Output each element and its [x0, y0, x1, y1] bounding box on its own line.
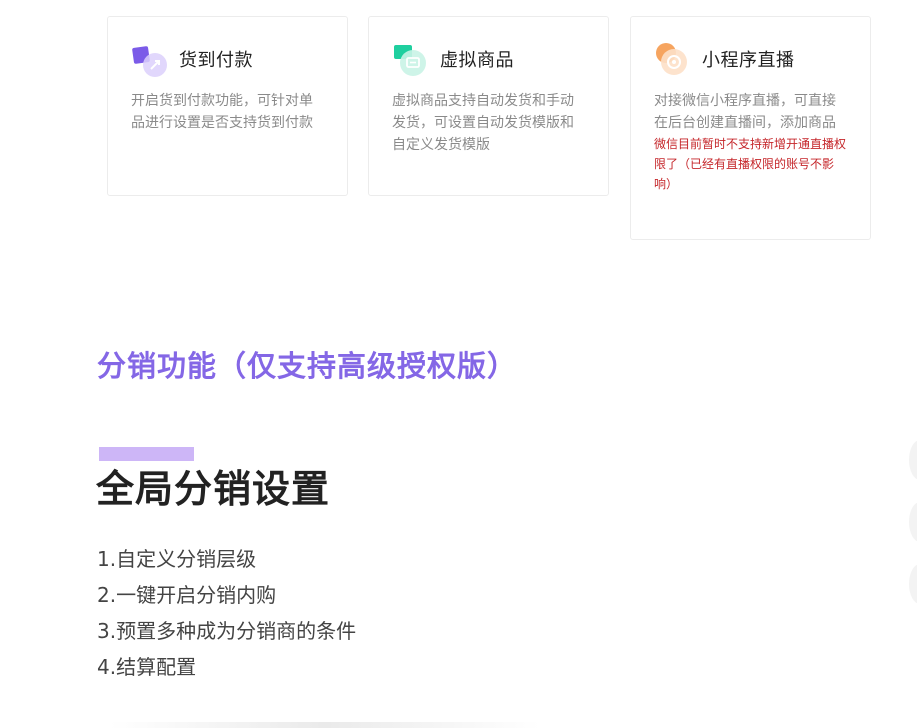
virtual-goods-icon: [392, 41, 428, 77]
feature-title: 全局分销设置: [96, 467, 331, 511]
bottom-shadow: [110, 722, 540, 728]
card-header: 货到付款: [131, 41, 325, 77]
card-header: 小程序直播: [654, 41, 848, 77]
card-description: 虚拟商品支持自动发货和手动发货，可设置自动发货模版和自定义发货模版: [392, 93, 574, 153]
card-title: 小程序直播: [702, 50, 795, 71]
feature-list: 1.自定义分销层级 2.一键开启分销内购 3.预置多种成为分销商的条件 4.结算…: [97, 541, 356, 685]
card-warning: 微信目前暂时不支持新增开通直播权限了（已经有直播权限的账号不影响）: [654, 137, 847, 191]
edge-dot: [909, 564, 917, 604]
edge-dot: [909, 440, 917, 480]
card-title: 货到付款: [179, 50, 253, 71]
page: 货到付款 开启货到付款功能，可针对单品进行设置是否支持货到付款 虚拟商品 虚拟商…: [0, 0, 917, 728]
cod-icon: [131, 41, 167, 77]
edge-dot: [909, 502, 917, 542]
live-stream-icon: [654, 41, 690, 77]
feature-card-cod: 货到付款 开启货到付款功能，可针对单品进行设置是否支持货到付款: [107, 16, 348, 196]
list-item: 4.结算配置: [97, 655, 197, 679]
card-header: 虚拟商品: [392, 41, 586, 77]
list-item: 3.预置多种成为分销商的条件: [97, 619, 357, 643]
feature-card-live-stream: 小程序直播 对接微信小程序直播，可直接在后台创建直播间，添加商品 微信目前暂时不…: [630, 16, 871, 240]
list-item: 1.自定义分销层级: [97, 547, 257, 571]
card-description: 开启货到付款功能，可针对单品进行设置是否支持货到付款: [131, 93, 313, 131]
section-heading: 分销功能（仅支持高级授权版）: [97, 349, 518, 383]
feature-card-virtual-goods: 虚拟商品 虚拟商品支持自动发货和手动发货，可设置自动发货模版和自定义发货模版: [368, 16, 609, 196]
list-item: 2.一键开启分销内购: [97, 583, 277, 607]
card-description: 对接微信小程序直播，可直接在后台创建直播间，添加商品: [654, 93, 836, 131]
edge-decoration: [909, 440, 917, 626]
card-title: 虚拟商品: [440, 50, 514, 71]
